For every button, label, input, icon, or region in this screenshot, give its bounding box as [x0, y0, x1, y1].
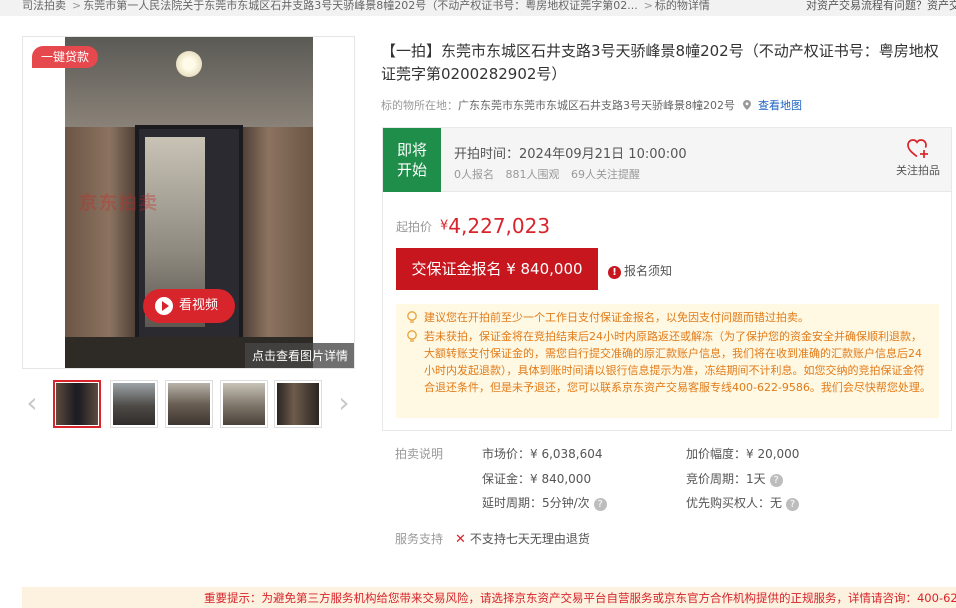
loan-badge[interactable]: 一键贷款	[32, 46, 99, 68]
starting-price-row: 起拍价 ¥4,227,023	[396, 214, 550, 238]
chevron-right-icon[interactable]: ›	[334, 388, 354, 418]
status-line-2: 开始	[396, 161, 427, 179]
breadcrumb: 司法拍卖 > 东莞市第一人民法院关于东莞市东城区石井支路3号天骄峰景8幢202号（不…	[0, 0, 956, 16]
breadcrumb-item-judicial-auction[interactable]: 司法拍卖	[22, 0, 66, 12]
reminder-count: 69人关注提醒	[571, 168, 640, 181]
starting-price-value: 4,227,023	[448, 214, 551, 238]
deposit-amount: 保证金：¥ 840,000	[482, 472, 592, 486]
important-notice-banner: 重要提示：为避免第三方服务机构给您带来交易风险，请选择京东资产交易平台自营服务或…	[22, 587, 956, 608]
location-address: 广东东莞市东莞市东城区石井支路3号天骄峰景8幢202号	[458, 99, 735, 112]
process-help-link[interactable]: 对资产交易流程有问题？资产交	[806, 0, 956, 13]
breadcrumb-item-detail: 标的物详情	[654, 0, 710, 12]
auction-panel: 即将 开始 开拍时间：2024年09月21日 10:00:00 0人报名 881…	[382, 127, 952, 431]
signup-count: 0人报名	[454, 168, 494, 181]
ceiling-lamp	[176, 51, 202, 77]
breadcrumb-separator: >	[643, 0, 653, 12]
view-count: 881人围观	[505, 168, 560, 181]
chevron-left-icon[interactable]: ‹	[22, 388, 42, 418]
thumbnail[interactable]	[220, 380, 268, 428]
view-photo-details-link[interactable]: 点击查看图片详情	[245, 343, 354, 368]
thumbnail[interactable]	[274, 380, 322, 428]
breadcrumb-separator: >	[72, 0, 82, 12]
location-label: 标的物所在地：	[381, 99, 458, 112]
signup-notice-link[interactable]: ! 报名须知	[608, 262, 672, 279]
important-notice-text: 重要提示：为避免第三方服务机构给您带来交易风险，请选择京东资产交易平台自营服务或…	[204, 591, 956, 605]
breadcrumb-path: 司法拍卖 > 东莞市第一人民法院关于东莞市东城区石井支路3号天骄峰景8幢202号（不…	[22, 0, 712, 13]
play-icon	[155, 297, 173, 315]
extension-cycle: 延时周期：5分钟/次?	[482, 494, 607, 511]
tip-text: 建议您在开拍前至少一个工作日支付保证金报名，以免因支付问题而错过拍卖。	[424, 311, 809, 324]
signup-notice-label: 报名须知	[624, 264, 673, 278]
service-support-value: ✕ 不支持七天无理由退货	[455, 532, 590, 547]
alert-icon: !	[608, 266, 621, 279]
bid-cycle: 竞价周期：1天?	[686, 470, 783, 487]
breadcrumb-item-court-listing[interactable]: 东莞市第一人民法院关于东莞市东城区石井支路3号天骄峰景8幢202号（不动产权证书…	[83, 0, 637, 12]
pay-deposit-signup-button[interactable]: 交保证金报名 ¥ 840,000	[396, 248, 598, 290]
lightbulb-icon	[407, 330, 417, 342]
thumbnail[interactable]	[165, 380, 213, 428]
tip-item: 建议您在开拍前至少一个工作日支付保证金报名，以免因支付问题而错过拍卖。	[404, 309, 931, 326]
tip-item: 若未获拍，保证金将在竞拍结束后24小时内原路返还或解冻（为了保护您的资金安全并确…	[404, 328, 931, 396]
view-map-link[interactable]: 查看地图	[758, 99, 802, 112]
tip-text: 若未获拍，保证金将在竞拍结束后24小时内原路返还或解冻（为了保护您的资金安全并确…	[424, 330, 931, 394]
status-badge: 即将 开始	[383, 128, 441, 192]
details-section-label: 拍卖说明	[395, 447, 444, 461]
status-line-1: 即将	[396, 141, 427, 159]
starting-price-label: 起拍价	[396, 219, 433, 234]
lightbulb-icon	[407, 311, 417, 323]
priority-buyer: 优先购买权人：无?	[686, 494, 800, 511]
thumbnail[interactable]	[110, 380, 158, 428]
auction-status-bar: 即将 开始 开拍时间：2024年09月21日 10:00:00 0人报名 881…	[383, 128, 951, 192]
watch-video-label: 看视频	[179, 298, 219, 313]
bid-increment: 加价幅度：¥ 20,000	[686, 447, 800, 461]
thumbnail-strip: ‹ ›	[22, 378, 355, 432]
close-icon: ✕	[455, 532, 466, 547]
thumbnail[interactable]	[53, 380, 101, 428]
map-pin-icon	[742, 100, 751, 110]
help-icon[interactable]: ?	[786, 498, 800, 511]
heart-plus-icon	[907, 139, 928, 158]
location-line: 标的物所在地：广东东莞市东莞市东城区石井支路3号天骄峰景8幢202号 查看地图	[381, 97, 802, 113]
help-icon[interactable]: ?	[769, 474, 783, 487]
start-time: 开拍时间：2024年09月21日 10:00:00	[454, 147, 687, 162]
listing-title: 【一拍】东莞市东城区石井支路3号天骄峰景8幢202号（不动产权证书号：粤房地权证…	[381, 42, 939, 83]
follow-button[interactable]: 关注拍品	[891, 139, 945, 178]
deposit-tips: 建议您在开拍前至少一个工作日支付保证金报名，以免因支付问题而错过拍卖。 若未获拍…	[396, 304, 939, 418]
watch-video-button[interactable]: 看视频	[143, 289, 235, 323]
auction-stats: 0人报名 881人围观 69人关注提醒	[454, 166, 648, 182]
photo-watermark: 京东拍卖	[79, 193, 159, 214]
service-support-label: 服务支持	[395, 532, 444, 546]
market-price: 市场价：¥ 6,038,604	[482, 447, 603, 461]
main-photo[interactable]: 京东拍卖 一键贷款 看视频 点击查看图片详情	[22, 36, 355, 369]
help-icon[interactable]: ?	[593, 498, 607, 511]
follow-label: 关注拍品	[896, 164, 940, 177]
